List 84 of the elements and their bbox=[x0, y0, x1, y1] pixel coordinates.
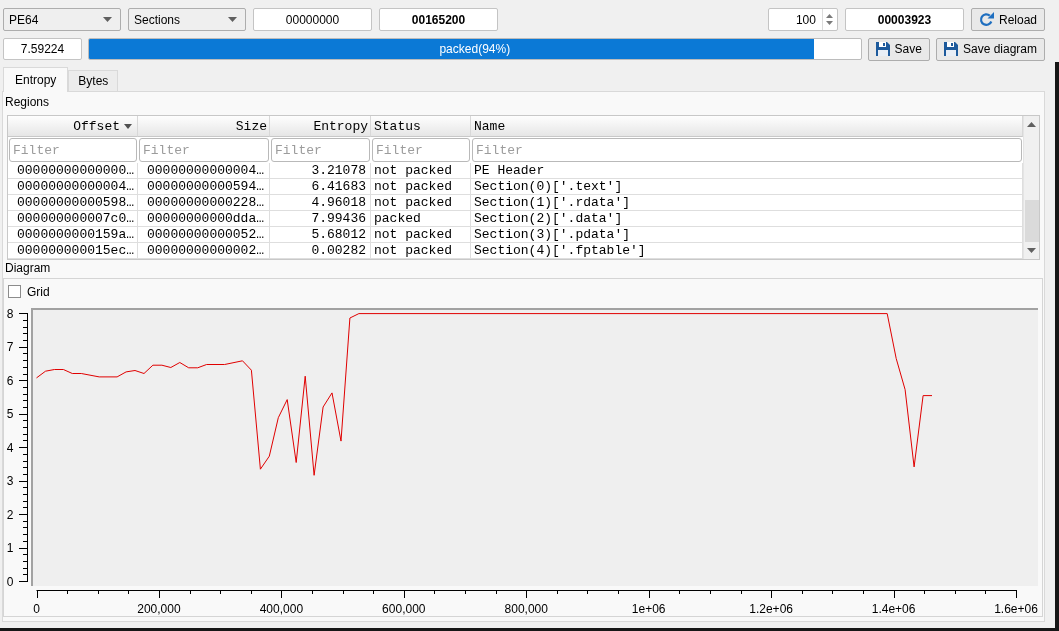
axis-tick-label: 0 bbox=[33, 601, 40, 616]
refresh-icon bbox=[978, 12, 994, 27]
table-cell: Section(4)['.fptable'] bbox=[471, 243, 1023, 259]
axis-tick-label: 2 bbox=[6, 507, 14, 522]
table-cell: 00000000000228… bbox=[138, 195, 270, 211]
axis-tick-label: 8 bbox=[6, 306, 14, 321]
table-cell: 00000000000594… bbox=[138, 179, 270, 195]
checkbox-label[interactable]: Grid bbox=[27, 284, 50, 299]
table-cell: 000000000015ec… bbox=[8, 243, 138, 259]
sort-arrow-icon bbox=[124, 123, 132, 129]
caret-icon bbox=[103, 17, 112, 22]
spin-arrows-icon[interactable] bbox=[826, 13, 834, 26]
filter-field[interactable]: Filter bbox=[139, 138, 269, 162]
table-cell: 00000000000052… bbox=[138, 227, 270, 243]
table-cell: 6.41683 bbox=[270, 179, 371, 195]
axis-tick-label: 1 bbox=[6, 541, 14, 556]
table-cell: not packed bbox=[371, 243, 471, 259]
table-cell: not packed bbox=[371, 179, 471, 195]
checkbox[interactable] bbox=[8, 285, 21, 298]
filter-field[interactable]: Filter bbox=[9, 138, 137, 162]
up-arrow-icon[interactable] bbox=[1027, 122, 1036, 127]
axis-tick-label: 200,000 bbox=[137, 601, 181, 616]
table-cell: not packed bbox=[371, 227, 471, 243]
down-arrow-icon[interactable] bbox=[1027, 248, 1036, 253]
filter-field[interactable]: Filter bbox=[472, 138, 1022, 162]
axis-tick-label: 3 bbox=[6, 474, 14, 489]
table-cell: packed bbox=[371, 211, 471, 227]
table-cell: Section(2)['.data'] bbox=[471, 211, 1023, 227]
column-header[interactable]: Entropy bbox=[270, 116, 371, 137]
column-header[interactable]: Offset bbox=[8, 116, 138, 137]
axis-tick-label: 7 bbox=[6, 340, 14, 355]
axis-tick-label: 6 bbox=[6, 373, 14, 388]
axis-tick-label: 1.6e+06 bbox=[994, 601, 1038, 616]
save-button[interactable]: Save bbox=[867, 37, 930, 61]
table-cell: Section(1)['.rdata'] bbox=[471, 195, 1023, 211]
save-diagram-button[interactable]: Save diagram bbox=[935, 37, 1045, 61]
axis-tick-label: 600,000 bbox=[382, 601, 426, 616]
text-field[interactable]: 00000000 bbox=[253, 8, 372, 31]
tab[interactable]: Bytes bbox=[68, 70, 119, 91]
axis-tick-label: 5 bbox=[6, 407, 14, 422]
table-cell: 0.00282 bbox=[270, 243, 371, 259]
axis-tick-label: 0 bbox=[6, 574, 14, 589]
axis-tick-label: 400,000 bbox=[259, 601, 304, 616]
spin-box[interactable]: 100 bbox=[767, 8, 838, 31]
table-cell: PE Header bbox=[471, 163, 1023, 179]
table-cell: 00000000000004… bbox=[138, 163, 270, 179]
table-cell: 4.96018 bbox=[270, 195, 371, 211]
table-cell: 7.99436 bbox=[270, 211, 371, 227]
section-label: Regions bbox=[5, 95, 50, 109]
table-cell: 00000000000dda… bbox=[138, 211, 270, 227]
table-cell: 00000000000598… bbox=[8, 195, 138, 211]
progress-label: packed(94%) bbox=[439, 42, 511, 56]
column-header[interactable]: Size bbox=[138, 116, 270, 137]
table-cell: 000000000007c0… bbox=[8, 211, 138, 227]
reload-button[interactable]: Reload bbox=[970, 8, 1045, 31]
table-cell: Section(3)['.pdata'] bbox=[471, 227, 1023, 243]
axis-tick-label: 800,000 bbox=[504, 601, 548, 616]
dropdown[interactable]: Sections bbox=[128, 8, 246, 31]
section-label: Diagram bbox=[5, 261, 51, 275]
axis-tick-label: 1.2e+06 bbox=[749, 601, 793, 616]
dropdown[interactable]: PE64 bbox=[3, 8, 121, 31]
filter-field[interactable]: Filter bbox=[372, 138, 470, 162]
filter-field[interactable]: Filter bbox=[271, 138, 370, 162]
caret-icon bbox=[228, 17, 237, 22]
text-field[interactable]: 00165200 bbox=[379, 8, 498, 31]
axis-tick-label: 4 bbox=[6, 440, 14, 455]
column-header[interactable]: Status bbox=[371, 116, 471, 137]
axis-tick-label: 1.4e+06 bbox=[871, 601, 916, 616]
table-cell: not packed bbox=[371, 163, 471, 179]
text-field[interactable]: 00003923 bbox=[844, 8, 964, 31]
table-cell: 0000000000159a… bbox=[8, 227, 138, 243]
tab[interactable]: Entropy bbox=[3, 67, 69, 92]
value-field[interactable]: 7.59224 bbox=[3, 38, 82, 60]
scrollbar[interactable] bbox=[1023, 116, 1039, 259]
table-cell: 5.68012 bbox=[270, 227, 371, 243]
table-cell: Section(0)['.text'] bbox=[471, 179, 1023, 195]
table-cell: 00000000000000… bbox=[8, 163, 138, 179]
axis-tick-label: 1e+06 bbox=[631, 601, 666, 616]
table-cell: 3.21078 bbox=[270, 163, 371, 179]
column-header[interactable]: Name bbox=[471, 116, 1023, 137]
table-cell: 00000000000004… bbox=[8, 179, 138, 195]
scrollbar-thumb[interactable] bbox=[1024, 200, 1039, 242]
table-cell: not packed bbox=[371, 195, 471, 211]
table-cell: 00000000000002… bbox=[138, 243, 270, 259]
